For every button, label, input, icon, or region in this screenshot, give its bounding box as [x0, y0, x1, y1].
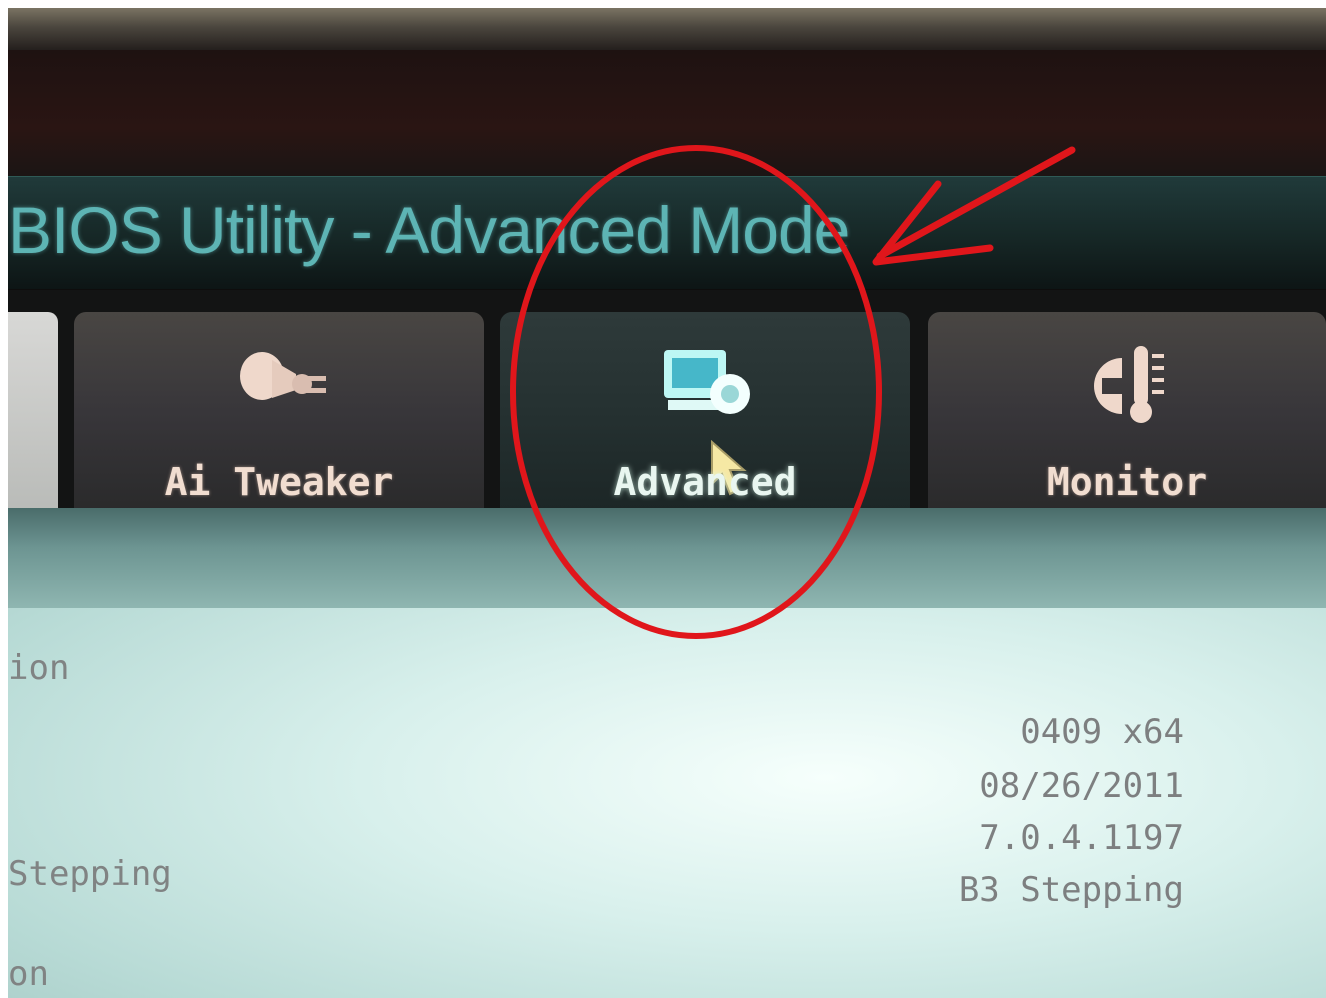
annotation-arrow-shaft: [876, 146, 1076, 260]
annotation-circle: [510, 145, 882, 639]
bios-screen: BIOS Utility - Advanced Mode Ai Tweaker …: [8, 8, 1326, 998]
annotation-overlay: [510, 145, 1076, 639]
